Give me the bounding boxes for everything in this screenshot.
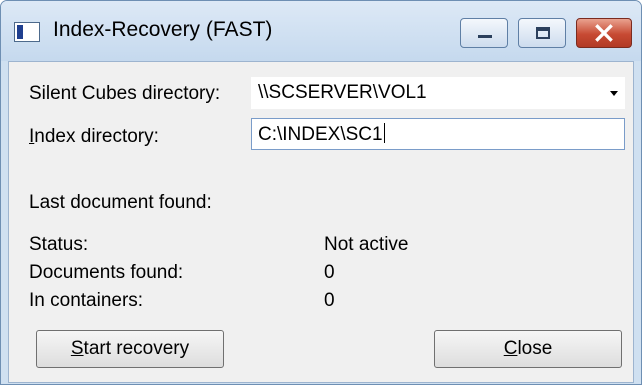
cubes-directory-label: Silent Cubes directory: <box>29 83 221 104</box>
close-window-button[interactable] <box>576 18 632 48</box>
documents-found-value: 0 <box>324 262 335 283</box>
title-bar[interactable]: Index-Recovery (FAST) <box>1 1 641 61</box>
cubes-directory-combobox[interactable]: \\SCSERVER\VOL1 <box>251 77 625 109</box>
in-containers-value: 0 <box>324 290 335 311</box>
close-button[interactable]: Close <box>434 330 622 368</box>
index-directory-label: Index directory: <box>29 126 159 147</box>
documents-found-label: Documents found: <box>29 262 184 283</box>
index-directory-value: C:\INDEX\SC1 <box>258 124 383 145</box>
text-caret <box>383 123 385 143</box>
minimize-button[interactable] <box>460 18 508 48</box>
close-icon <box>595 24 613 42</box>
status-value: Not active <box>324 234 409 255</box>
app-icon <box>14 22 40 42</box>
recovery-window: Index-Recovery (FAST) Silent Cubes direc… <box>0 0 642 385</box>
index-directory-input[interactable]: C:\INDEX\SC1 <box>251 118 625 150</box>
status-label: Status: <box>29 234 89 255</box>
maximize-icon <box>536 27 550 39</box>
cubes-directory-value: \\SCSERVER\VOL1 <box>258 82 427 103</box>
in-containers-label: In containers: <box>29 290 144 311</box>
chevron-down-icon[interactable] <box>610 91 618 96</box>
start-recovery-button[interactable]: Start recovery <box>36 330 224 368</box>
maximize-button[interactable] <box>518 18 566 48</box>
last-document-label: Last document found: <box>29 192 212 213</box>
window-title: Index-Recovery (FAST) <box>53 18 273 41</box>
minimize-icon <box>478 35 492 38</box>
dialog-client-area: Silent Cubes directory: \\SCSERVER\VOL1 … <box>8 61 634 383</box>
